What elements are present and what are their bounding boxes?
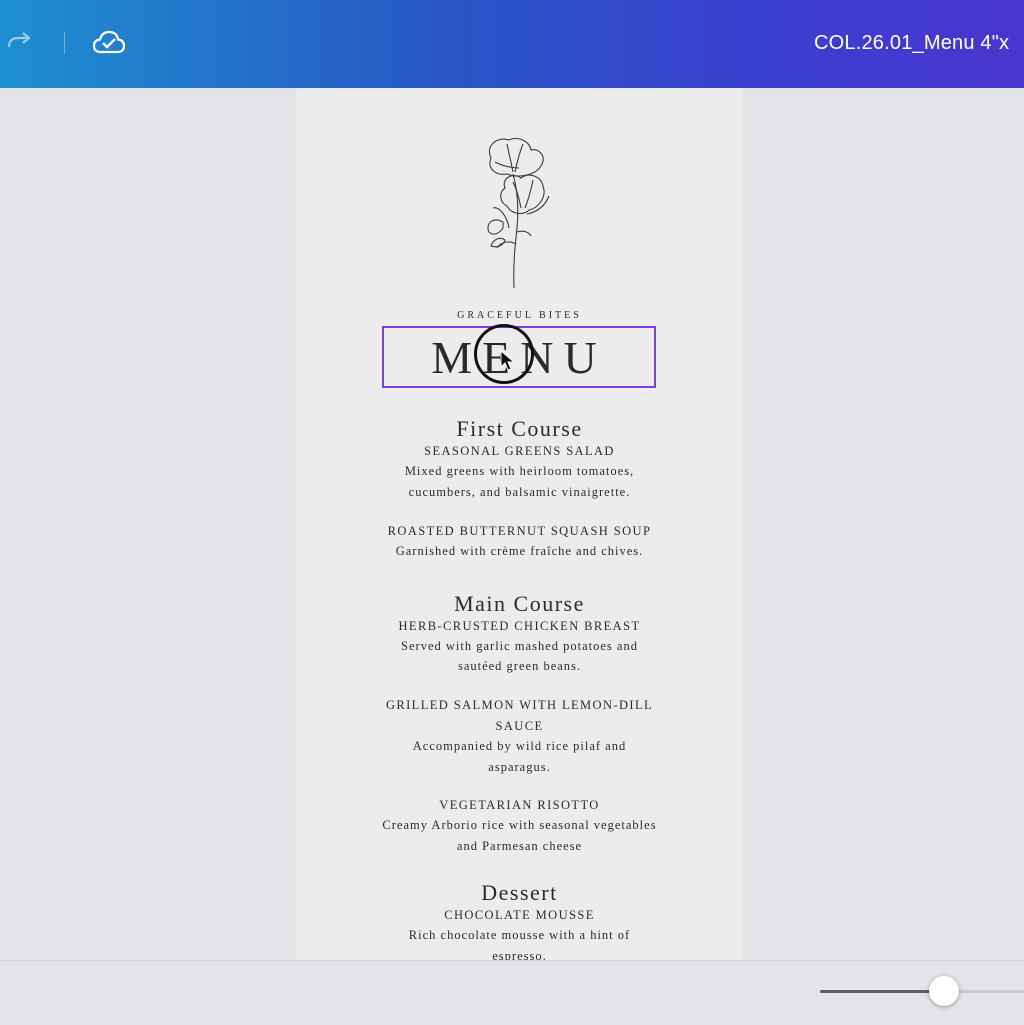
menu-item-desc[interactable]: asparagus. <box>296 757 743 778</box>
menu-item-name[interactable]: GRILLED SALMON WITH LEMON-DILL <box>296 698 743 713</box>
menu-item-name[interactable]: SAUCE <box>296 719 743 734</box>
toolbar-divider <box>64 32 65 54</box>
menu-item-desc[interactable]: espresso. <box>296 946 743 960</box>
editor-canvas[interactable]: GRACEFUL BITES MENU First Course SEASONA… <box>0 88 1024 960</box>
zoom-slider-fill <box>820 990 944 993</box>
menu-item-desc[interactable]: and Parmesan cheese <box>296 836 743 857</box>
redo-icon[interactable] <box>2 26 36 60</box>
cloud-saved-icon[interactable] <box>92 26 126 60</box>
poppy-flower-illustration[interactable] <box>479 136 559 290</box>
first-course-heading[interactable]: First Course <box>296 416 743 442</box>
main-course-heading[interactable]: Main Course <box>296 591 743 617</box>
menu-item-desc[interactable]: Mixed greens with heirloom tomatoes, <box>296 461 743 482</box>
menu-item-name[interactable]: SEASONAL GREENS SALAD <box>296 444 743 459</box>
menu-item-name[interactable]: CHOCOLATE MOUSSE <box>296 908 743 923</box>
menu-item-name[interactable]: VEGETARIAN RISOTTO <box>296 798 743 813</box>
menu-page[interactable]: GRACEFUL BITES MENU First Course SEASONA… <box>296 88 743 960</box>
zoom-slider-handle[interactable] <box>929 976 959 1006</box>
menu-item-name[interactable]: ROASTED BUTTERNUT SQUASH SOUP <box>296 524 743 539</box>
top-toolbar: COL.26.01_Menu 4"x <box>0 0 1024 88</box>
menu-item-desc[interactable]: sautéed green beans. <box>296 656 743 677</box>
menu-item-name[interactable]: HERB-CRUSTED CHICKEN BREAST <box>296 619 743 634</box>
document-title[interactable]: COL.26.01_Menu 4"x <box>814 32 1009 55</box>
menu-item-desc[interactable]: cucumbers, and balsamic vinaigrette. <box>296 482 743 503</box>
menu-item-desc[interactable]: Creamy Arborio rice with seasonal vegeta… <box>296 815 743 836</box>
brand-name[interactable]: GRACEFUL BITES <box>296 310 743 321</box>
menu-item-desc[interactable]: Served with garlic mashed potatoes and <box>296 636 743 657</box>
menu-item-desc[interactable]: Accompanied by wild rice pilaf and <box>296 736 743 757</box>
menu-item-desc[interactable]: Rich chocolate mousse with a hint of <box>296 925 743 946</box>
menu-item-desc[interactable]: Garnished with crème fraîche and chives. <box>296 541 743 562</box>
mouse-pointer-icon <box>500 350 516 371</box>
dessert-heading[interactable]: Dessert <box>296 880 743 906</box>
